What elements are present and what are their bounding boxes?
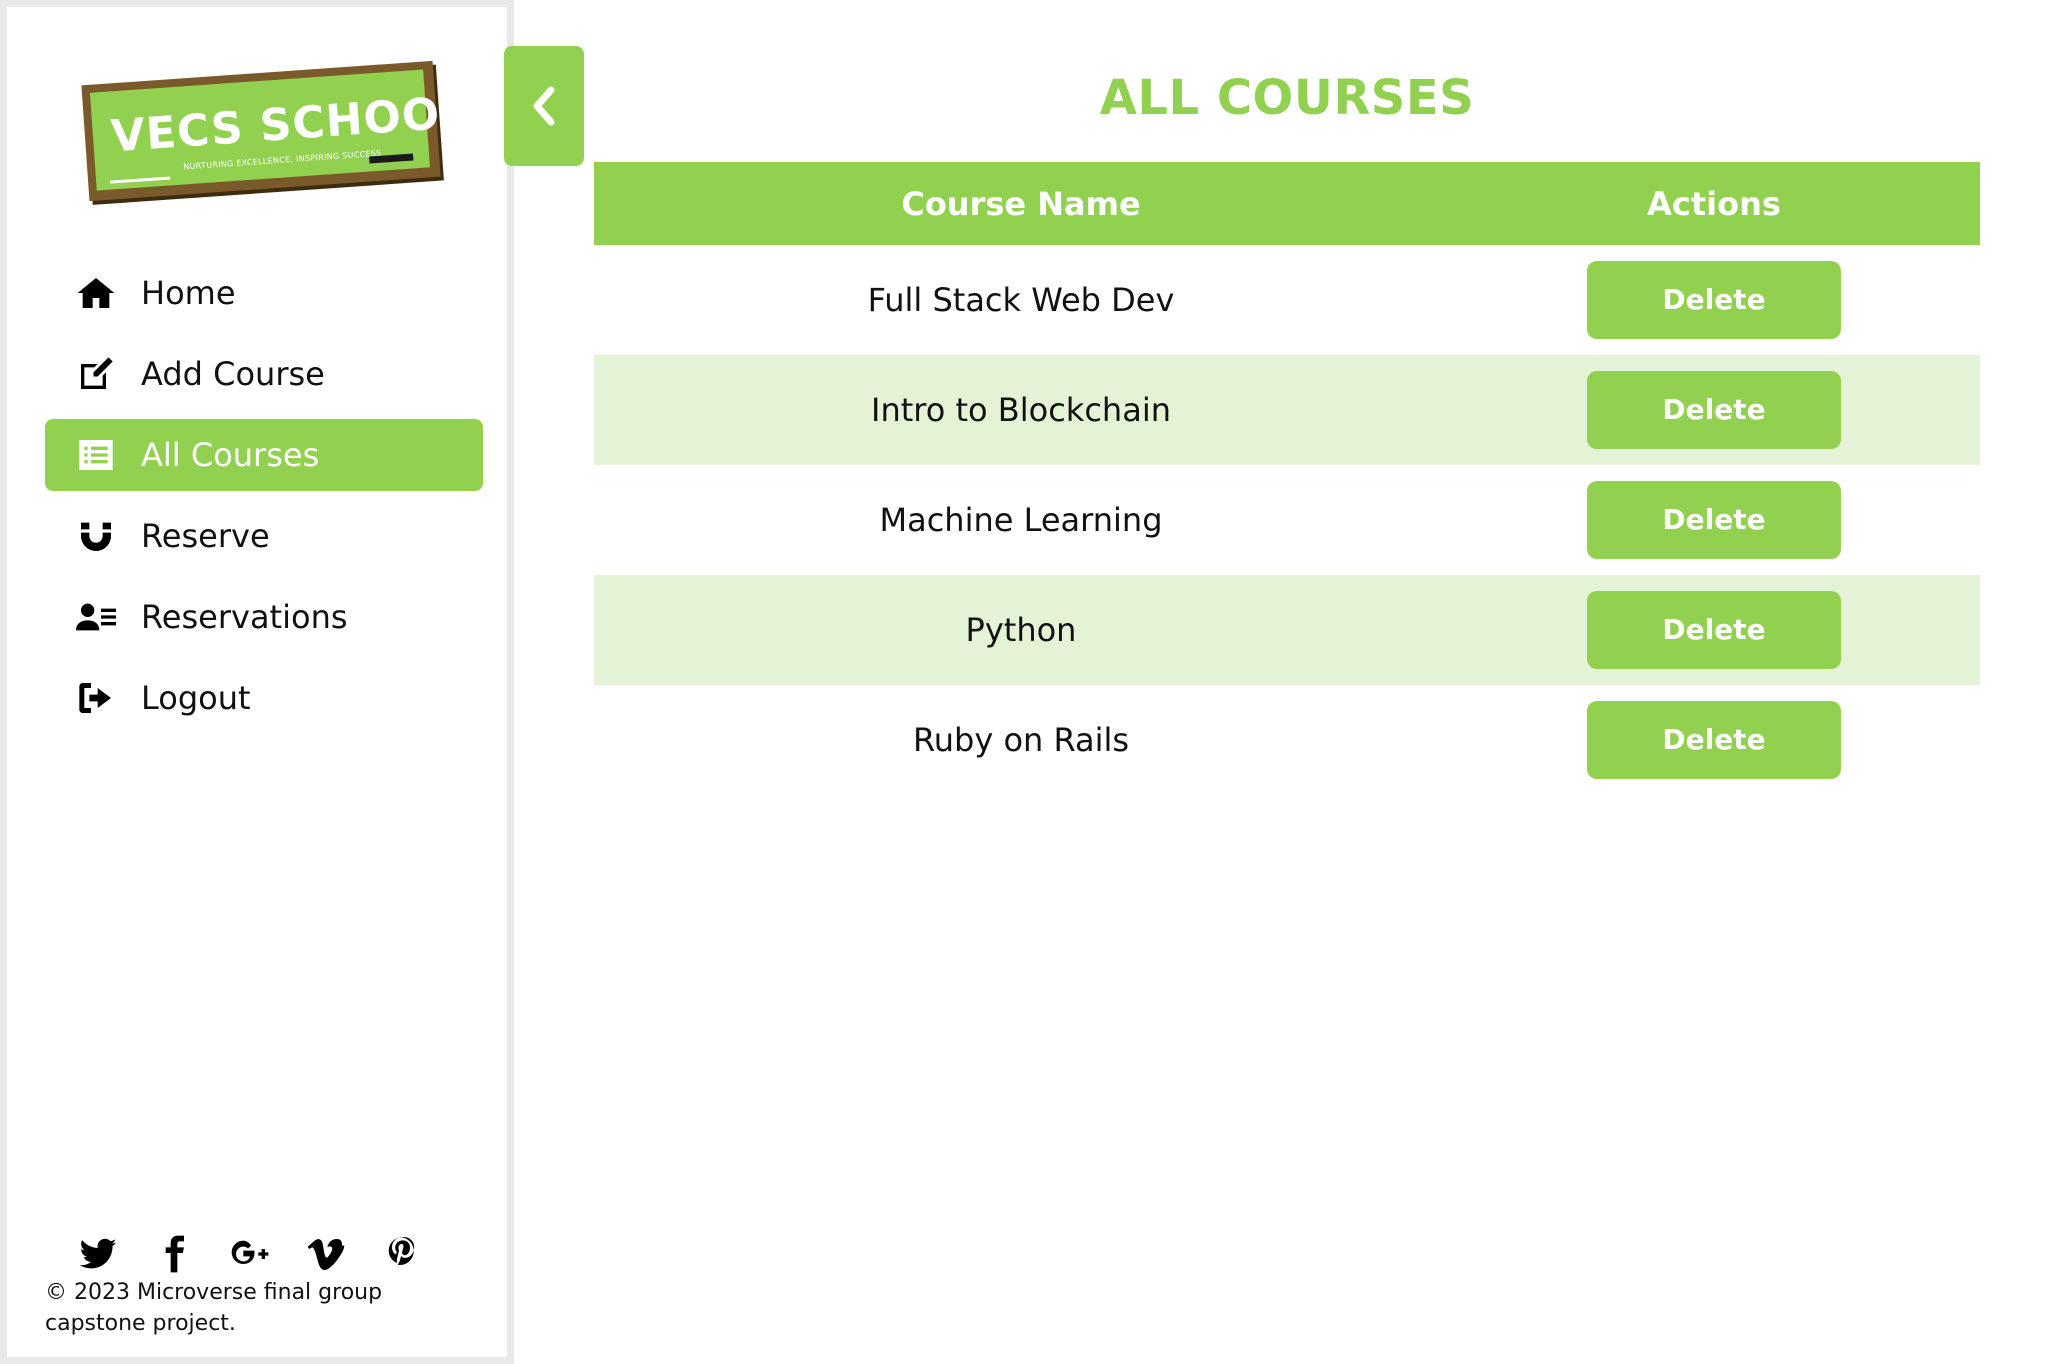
courses-table: Course Name Actions Full Stack Web Dev D…	[594, 162, 1980, 795]
sidebar-item-label: Home	[141, 274, 236, 312]
copyright-text: © 2023 Microverse final group capstone p…	[45, 1280, 383, 1336]
table-row: Machine Learning Delete	[594, 465, 1980, 575]
sidebar-nav: Home Add Course All Courses Reserve Rese…	[45, 257, 483, 743]
delete-button[interactable]: Delete	[1587, 371, 1841, 449]
collapse-sidebar-button[interactable]	[504, 46, 584, 166]
logout-icon	[75, 677, 117, 719]
sidebar-item-label: Logout	[141, 679, 251, 717]
sidebar-item-add-course[interactable]: Add Course	[45, 338, 483, 410]
course-name-cell: Ruby on Rails	[912, 721, 1130, 759]
course-name-cell: Full Stack Web Dev	[867, 281, 1175, 319]
table-row: Ruby on Rails Delete	[594, 685, 1980, 795]
facebook-icon[interactable]	[153, 1233, 195, 1275]
table-row: Full Stack Web Dev Delete	[594, 245, 1980, 355]
logo-title: VECS SCHOOL	[109, 86, 471, 163]
twitter-icon[interactable]	[77, 1233, 119, 1275]
list-icon	[75, 434, 117, 476]
sidebar-item-home[interactable]: Home	[45, 257, 483, 329]
sidebar-item-label: Add Course	[141, 355, 325, 393]
vimeo-icon[interactable]	[305, 1233, 347, 1275]
delete-button[interactable]: Delete	[1587, 591, 1841, 669]
sidebar-item-logout[interactable]: Logout	[45, 662, 483, 734]
delete-button[interactable]: Delete	[1587, 701, 1841, 779]
table-row: Python Delete	[594, 575, 1980, 685]
sidebar-item-label: Reservations	[141, 598, 348, 636]
app-frame: VECS SCHOOL NURTURING EXCELLENCE, INSPIR…	[0, 0, 2048, 1364]
course-name-cell: Python	[965, 611, 1077, 649]
home-icon	[75, 272, 117, 314]
delete-button[interactable]: Delete	[1587, 261, 1841, 339]
chevron-left-icon	[533, 86, 555, 126]
edit-icon	[75, 353, 117, 395]
pinterest-icon[interactable]	[381, 1233, 423, 1275]
magnet-icon	[75, 515, 117, 557]
sidebar-item-label: Reserve	[141, 517, 270, 555]
user-list-icon	[75, 596, 117, 638]
course-name-cell: Intro to Blockchain	[871, 391, 1171, 429]
sidebar-item-reservations[interactable]: Reservations	[45, 581, 483, 653]
table-row: Intro to Blockchain Delete	[594, 355, 1980, 465]
logo-board: VECS SCHOOL NURTURING EXCELLENCE, INSPIR…	[81, 60, 471, 202]
sidebar-item-all-courses[interactable]: All Courses	[45, 419, 483, 491]
sidebar-item-label: All Courses	[141, 436, 320, 474]
sidebar: VECS SCHOOL NURTURING EXCELLENCE, INSPIR…	[0, 0, 514, 1364]
column-header-actions: Actions	[1647, 184, 1781, 223]
column-header-course-name: Course Name	[901, 184, 1141, 223]
page-title: ALL COURSES	[1099, 70, 1475, 126]
social-links	[77, 1233, 423, 1275]
school-logo[interactable]: VECS SCHOOL NURTURING EXCELLENCE, INSPIR…	[81, 60, 471, 211]
table-header: Course Name Actions	[594, 162, 1980, 245]
course-name-cell: Machine Learning	[879, 501, 1163, 539]
sidebar-item-reserve[interactable]: Reserve	[45, 500, 483, 572]
delete-button[interactable]: Delete	[1587, 481, 1841, 559]
google-plus-icon[interactable]	[229, 1233, 271, 1275]
